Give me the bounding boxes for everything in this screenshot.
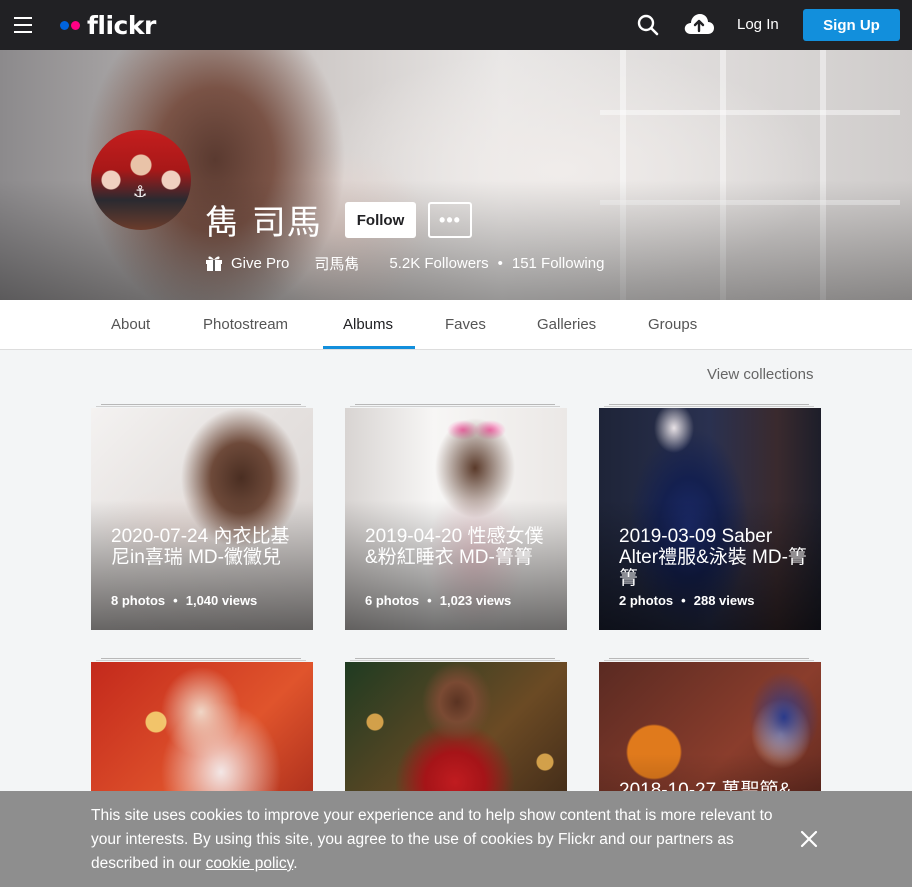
menu-icon[interactable] <box>14 17 32 33</box>
album-title: 2020-07-24 內衣比基尼in喜瑞 MD-黴黴兒 <box>111 526 290 568</box>
album-stats: 6 photos • 1,023 views <box>365 593 511 608</box>
signup-button[interactable]: Sign Up <box>803 9 900 41</box>
login-link[interactable]: Log In <box>737 16 779 33</box>
meta-separator: • <box>497 254 503 272</box>
cookie-banner: This site uses cookies to improve your e… <box>0 791 912 887</box>
album-card[interactable]: 2019-03-09 Saber Alter禮服&泳裝 MD-箐箐 2 phot… <box>599 408 821 630</box>
album-view-count: 1,023 views <box>439 593 512 608</box>
album-stack-line <box>96 660 306 661</box>
close-icon[interactable] <box>799 829 819 849</box>
album-view-count: 288 views <box>693 593 755 608</box>
follow-button[interactable]: Follow <box>345 202 416 238</box>
avatar[interactable]: ⚓ <box>91 130 191 230</box>
cookie-message: This site uses cookies to improve your e… <box>91 807 773 872</box>
album-card[interactable]: 2019-04-20 性感女僕&粉紅睡衣 MD-箐箐 6 photos • 1,02… <box>345 408 567 630</box>
more-options-button[interactable]: ••• <box>428 202 472 238</box>
profile-name: 雋 司馬 <box>205 203 322 243</box>
tab-albums[interactable]: Albums <box>343 316 393 333</box>
album-stack-line <box>350 406 560 407</box>
tab-galleries[interactable]: Galleries <box>537 316 596 333</box>
album-stack-line <box>609 658 809 659</box>
album-stats: 2 photos • 288 views <box>619 593 754 608</box>
stat-separator: • <box>173 593 178 608</box>
album-stack-line <box>101 658 301 659</box>
album-stack-line <box>96 406 306 407</box>
upload-cloud-icon[interactable] <box>683 12 715 36</box>
logo-dot-pink <box>71 20 80 30</box>
album-title: 2019-03-09 Saber Alter禮服&泳裝 MD-箐箐 <box>619 526 807 589</box>
profile-tabs: About Photostream Albums Faves Galleries… <box>0 300 912 350</box>
profile-meta: Give Pro 司馬雋 5.2K Followers • 151 Follow… <box>205 252 604 274</box>
gift-icon[interactable] <box>205 254 223 272</box>
album-stack-line <box>101 404 301 405</box>
top-nav: flickr Log In Sign Up <box>0 0 912 50</box>
logo-dot-blue <box>60 20 69 30</box>
real-name: 司馬雋 <box>314 255 360 273</box>
give-pro-link[interactable]: Give Pro <box>231 255 289 272</box>
tab-about[interactable]: About <box>111 316 150 333</box>
stat-separator: • <box>427 593 432 608</box>
anchor-icon: ⚓ <box>133 184 148 201</box>
search-icon[interactable] <box>637 14 659 36</box>
album-photo-count: 6 photos <box>365 593 420 608</box>
album-title: 2019-04-20 性感女僕&粉紅睡衣 MD-箐箐 <box>365 526 544 568</box>
album-stack-line <box>609 404 809 405</box>
album-photo-count: 8 photos <box>111 593 166 608</box>
album-stats: 8 photos • 1,040 views <box>111 593 257 608</box>
view-collections-link[interactable]: View collections <box>707 366 813 383</box>
logo-text: flickr <box>87 10 156 40</box>
followers-count[interactable]: 5.2K Followers <box>389 255 488 272</box>
album-view-count: 1,040 views <box>185 593 258 608</box>
album-photo-count: 2 photos <box>619 593 674 608</box>
tab-photostream[interactable]: Photostream <box>203 316 288 333</box>
album-stack-line <box>604 660 814 661</box>
tab-groups[interactable]: Groups <box>648 316 697 333</box>
album-card[interactable]: 2020-07-24 內衣比基尼in喜瑞 MD-黴黴兒 8 photos • 1,0… <box>91 408 313 630</box>
album-stack-line <box>350 660 560 661</box>
album-stack-line <box>604 406 814 407</box>
album-stack-line <box>355 404 555 405</box>
album-stack-line <box>355 658 555 659</box>
stat-separator: • <box>681 593 686 608</box>
active-tab-indicator <box>323 346 415 349</box>
tab-faves[interactable]: Faves <box>445 316 486 333</box>
cookie-trailing: . <box>293 855 298 872</box>
flickr-logo[interactable]: flickr <box>60 10 156 40</box>
cookie-policy-link[interactable]: cookie policy <box>206 855 294 872</box>
cookie-text: This site uses cookies to improve your e… <box>91 804 781 876</box>
following-count[interactable]: 151 Following <box>512 255 605 272</box>
